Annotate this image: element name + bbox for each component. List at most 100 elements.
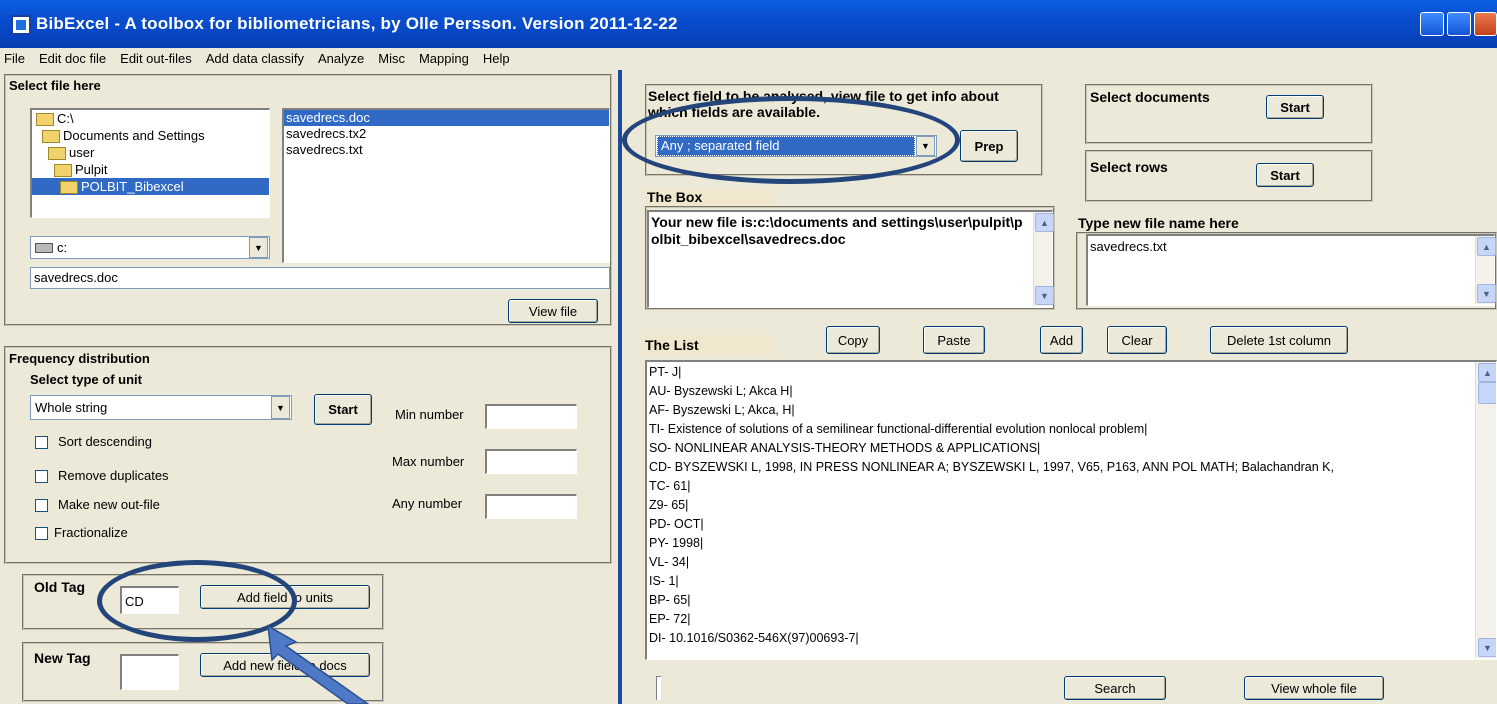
menu-help[interactable]: Help [476, 48, 517, 70]
unit-type-label: Select type of unit [30, 372, 142, 387]
the-list-label: The List [643, 335, 771, 355]
folder-open-icon [60, 181, 78, 195]
drive-select[interactable]: c: ▼ [30, 236, 270, 259]
list-item: PT- J| [649, 365, 682, 379]
tree-item-polbit-bibexcel[interactable]: POLBIT_Bibexcel [32, 178, 269, 195]
menu-edit-doc-file[interactable]: Edit doc file [32, 48, 113, 70]
splitter [618, 70, 622, 704]
maximize-button[interactable] [1447, 12, 1471, 36]
the-list-scrollbar[interactable]: ▲ ▼ [1475, 362, 1496, 658]
the-box-text: Your new file is:c:\documents and settin… [651, 214, 1023, 247]
list-item: SO- NONLINEAR ANALYSIS-THEORY METHODS & … [649, 441, 1041, 455]
list-item: BP- 65| [649, 593, 691, 607]
select-rows-start-button[interactable]: Start [1256, 163, 1314, 187]
add-button[interactable]: Add [1040, 326, 1083, 354]
fractionalize-checkbox[interactable] [35, 527, 48, 540]
list-item: PD- OCT| [649, 517, 704, 531]
tree-item-c[interactable]: C:\ [32, 110, 269, 127]
scroll-down-icon[interactable]: ▼ [1035, 286, 1054, 305]
app-icon [11, 15, 31, 35]
path-field[interactable]: savedrecs.doc [30, 267, 610, 289]
select-rows-label: Select rows [1090, 159, 1168, 175]
view-file-button[interactable]: View file [508, 299, 598, 323]
scroll-down-icon[interactable]: ▼ [1477, 284, 1496, 303]
view-whole-file-button[interactable]: View whole file [1244, 676, 1384, 700]
menu-add-data-classify[interactable]: Add data classify [199, 48, 311, 70]
sort-descending-checkbox[interactable] [35, 436, 48, 449]
old-tag-label: Old Tag [34, 579, 86, 595]
menu-mapping[interactable]: Mapping [412, 48, 476, 70]
select-rows-panel [1085, 150, 1373, 202]
select-documents-label: Select documents [1090, 89, 1210, 105]
scroll-up-icon[interactable]: ▲ [1035, 213, 1054, 232]
menu-file[interactable]: File [0, 48, 32, 70]
new-file-label: Type new file name here [1078, 215, 1239, 231]
list-item: DI- 10.1016/S0362-546X(97)00693-7| [649, 631, 859, 645]
close-button[interactable] [1474, 12, 1497, 36]
minimize-button[interactable] [1420, 12, 1444, 36]
remove-duplicates-checkbox[interactable] [35, 470, 48, 483]
window-title: BibExcel - A toolbox for bibliometrician… [36, 14, 678, 33]
max-number-input[interactable] [485, 449, 577, 474]
unit-type-value: Whole string [35, 400, 108, 415]
the-list-textarea[interactable]: PT- J| AU- Byszewski L; Akca H| AF- Byszew… [645, 360, 1497, 660]
new-tag-input[interactable] [120, 654, 179, 690]
sort-descending-label: Sort descending [58, 434, 152, 449]
search-button[interactable]: Search [1064, 676, 1166, 700]
prep-button[interactable]: Prep [960, 130, 1018, 162]
scroll-down-icon[interactable]: ▼ [1478, 638, 1496, 657]
folder-open-icon [54, 164, 72, 178]
the-list-rows: PT- J| AU- Byszewski L; Akca H| AF- Byszew… [647, 362, 1496, 648]
unit-type-select[interactable]: Whole string ▼ [30, 395, 292, 420]
menu-misc[interactable]: Misc [371, 48, 412, 70]
title-bar: BibExcel - A toolbox for bibliometrician… [0, 0, 1497, 48]
new-file-scrollbar[interactable]: ▲ ▼ [1475, 236, 1496, 304]
drive-value: c: [57, 240, 68, 255]
make-new-out-file-label: Make new out-file [58, 497, 160, 512]
scroll-up-icon[interactable]: ▲ [1478, 363, 1496, 382]
select-file-heading: Select file here [9, 78, 101, 93]
max-number-label: Max number [392, 454, 465, 469]
min-number-label: Min number [395, 407, 464, 422]
new-tag-label: New Tag [34, 650, 91, 666]
the-box-scrollbar[interactable]: ▲ ▼ [1033, 212, 1054, 306]
copy-button[interactable]: Copy [826, 326, 880, 354]
tree-item-pulpit[interactable]: Pulpit [32, 161, 269, 178]
list-item: PY- 1998| [649, 536, 704, 550]
scroll-thumb[interactable] [1478, 382, 1496, 404]
folder-tree[interactable]: C:\ Documents and Settings user Pulpit P… [30, 108, 270, 218]
file-list[interactable]: savedrecs.doc savedrecs.tx2 savedrecs.tx… [282, 108, 610, 263]
remove-duplicates-label: Remove duplicates [58, 468, 169, 483]
list-item: Z9- 65| [649, 498, 689, 512]
the-box-textarea[interactable]: Your new file is:c:\documents and settin… [647, 210, 1054, 308]
drive-icon [35, 242, 53, 253]
folder-open-icon [48, 147, 66, 161]
frequency-heading: Frequency distribution [9, 351, 150, 366]
file-item[interactable]: savedrecs.doc [284, 110, 609, 126]
folder-open-icon [42, 130, 60, 144]
file-item[interactable]: savedrecs.tx2 [284, 126, 609, 142]
select-documents-start-button[interactable]: Start [1266, 95, 1324, 119]
scroll-up-icon[interactable]: ▲ [1477, 237, 1496, 256]
list-item: EP- 72| [649, 612, 691, 626]
file-item[interactable]: savedrecs.txt [284, 142, 609, 158]
tree-item-user[interactable]: user [32, 144, 269, 161]
annotation-arrow [267, 624, 370, 704]
new-file-value: savedrecs.txt [1090, 239, 1167, 254]
min-number-input[interactable] [485, 404, 577, 429]
annotation-oval [622, 96, 960, 184]
any-number-input[interactable] [485, 494, 577, 519]
new-file-input[interactable]: savedrecs.txt ▲ ▼ [1086, 234, 1496, 306]
paste-button[interactable]: Paste [923, 326, 985, 354]
menu-edit-out-files[interactable]: Edit out-files [113, 48, 199, 70]
list-item: TI- Existence of solutions of a semiline… [649, 422, 1148, 436]
list-item: VL- 34| [649, 555, 690, 569]
tree-item-documents-and-settings[interactable]: Documents and Settings [32, 127, 269, 144]
clear-button[interactable]: Clear [1107, 326, 1167, 354]
chevron-down-icon[interactable]: ▼ [249, 237, 268, 258]
chevron-down-icon[interactable]: ▼ [271, 396, 290, 419]
delete-1st-column-button[interactable]: Delete 1st column [1210, 326, 1348, 354]
make-new-out-file-checkbox[interactable] [35, 499, 48, 512]
menu-analyze[interactable]: Analyze [311, 48, 371, 70]
frequency-start-button[interactable]: Start [314, 394, 372, 425]
